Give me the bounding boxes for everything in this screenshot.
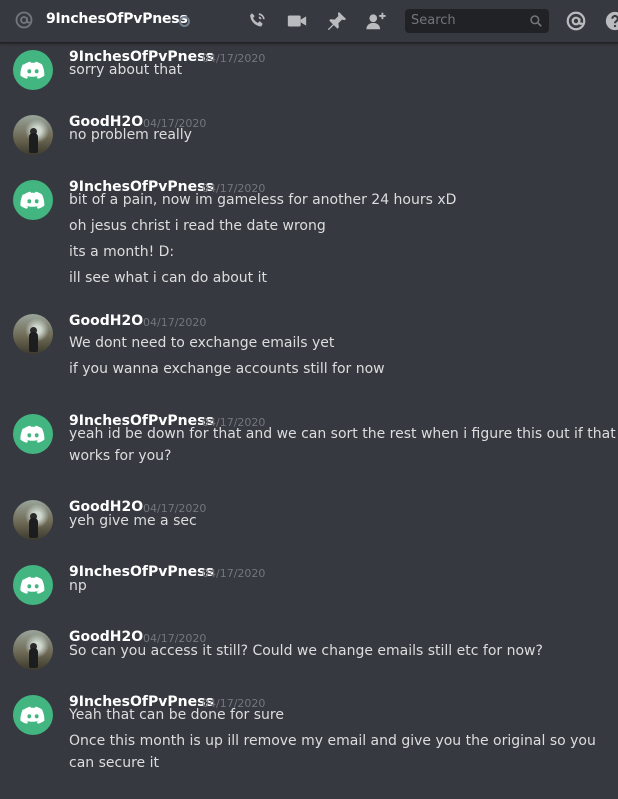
discord-logo-icon [20,61,45,79]
message-text: bit of a pain, now im gameless for anoth… [69,192,457,208]
avatar-photo-body [29,133,38,153]
mention-icon[interactable] [565,10,587,32]
avatar[interactable] [13,500,53,540]
pin-icon[interactable] [326,10,348,32]
channel-title: 9InchesOfPvPness [46,11,188,27]
message-text: ill see what i can do about it [69,270,267,286]
avatar[interactable] [13,695,53,735]
message-text: yeh give me a sec [69,513,197,529]
avatar-photo-body [29,648,38,668]
video-icon[interactable] [286,10,308,32]
timestamp: 04/17/2020 [202,52,266,65]
message-text: We dont need to exchange emails yet [69,335,335,351]
search-placeholder: Search [411,13,456,28]
at-icon [15,11,33,29]
help-icon[interactable] [604,10,618,32]
avatar[interactable] [13,115,53,155]
message-text: yeah id be down for that and we can sort… [69,426,616,442]
message-text: works for you? [69,448,172,464]
username[interactable]: 9InchesOfPvPness [69,564,214,580]
message-text: np [69,578,87,594]
timestamp: 04/17/2020 [202,567,266,580]
search-input[interactable]: Search [405,9,549,33]
call-icon[interactable] [246,10,268,32]
message-text: oh jesus christ i read the date wrong [69,218,326,234]
avatar-photo-body [29,332,38,352]
status-offline-icon [179,16,190,27]
message-list[interactable]: 9InchesOfPvPness 04/17/2020 sorry about th… [0,43,618,799]
discord-logo-icon [20,425,45,443]
discord-logo-icon [20,576,45,594]
discord-logo-icon [20,706,45,724]
avatar[interactable] [13,50,53,90]
add-user-icon[interactable] [365,10,387,32]
avatar[interactable] [13,180,53,220]
timestamp: 04/17/2020 [143,316,207,329]
avatar[interactable] [13,630,53,670]
message-text: Yeah that can be done for sure [69,707,284,723]
message-text: So can you access it still? Could we cha… [69,643,543,659]
avatar[interactable] [13,565,53,605]
avatar-photo-body [29,518,38,538]
message-text: sorry about that [69,62,183,78]
username[interactable]: GoodH2O [69,313,143,329]
message-text: if you wanna exchange accounts still for… [69,361,385,377]
message-text: its a month! D: [69,244,175,260]
message-text: no problem really [69,127,192,143]
search-icon [530,15,542,27]
avatar[interactable] [13,414,53,454]
message-text: can secure it [69,755,159,771]
channel-header: 9InchesOfPvPness Search [0,0,618,43]
message-text: Once this month is up ill remove my emai… [69,733,596,749]
avatar[interactable] [13,314,53,354]
discord-logo-icon [20,191,45,209]
